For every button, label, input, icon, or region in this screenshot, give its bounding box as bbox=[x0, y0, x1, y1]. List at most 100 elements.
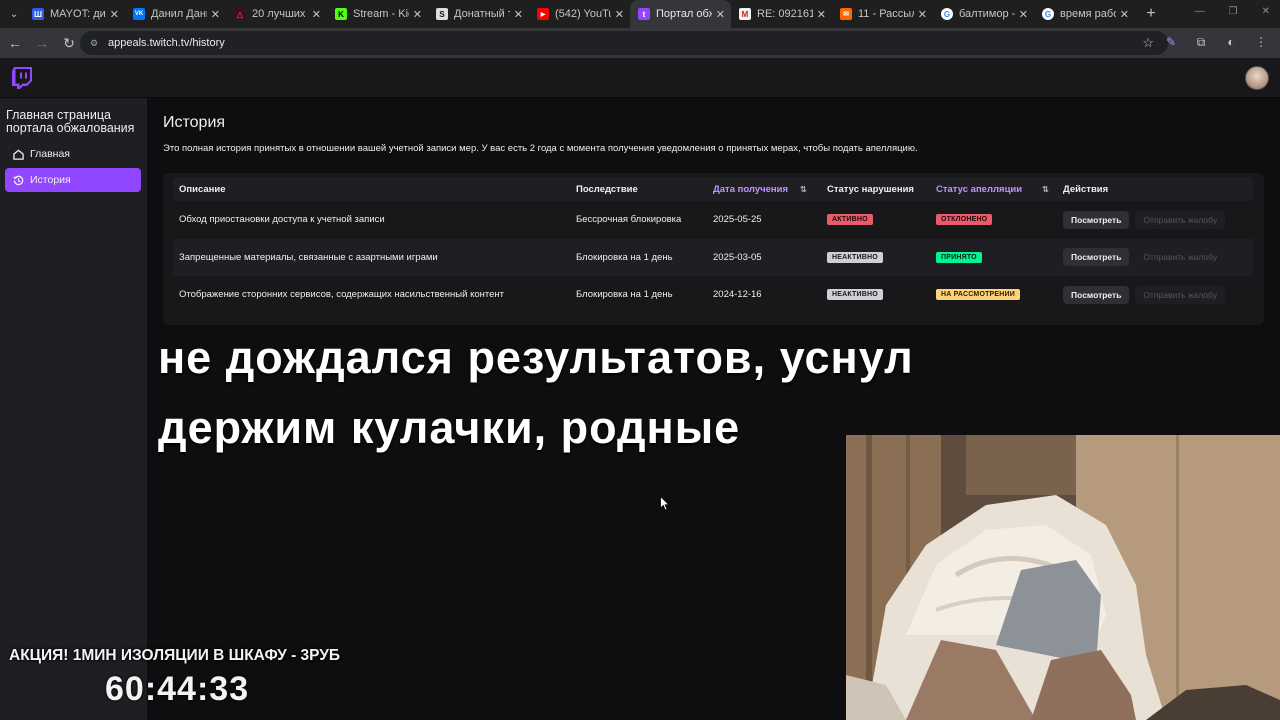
new-tab-icon[interactable]: + bbox=[1139, 2, 1163, 26]
extensions-icon[interactable]: ⧉ bbox=[1190, 31, 1212, 53]
restore-icon[interactable]: ❐ bbox=[1229, 6, 1238, 17]
browser-tab[interactable]: K Stream - Kick Dash ✕ bbox=[327, 0, 428, 28]
tab-close-icon[interactable]: ✕ bbox=[413, 8, 422, 21]
sort-icon[interactable]: ⇅ bbox=[1042, 185, 1049, 194]
browser-tab[interactable]: ✉ 11 - Рассылки ✕ bbox=[832, 0, 933, 28]
bookmark-star-icon[interactable]: ☆ bbox=[1142, 35, 1154, 51]
address-bar[interactable]: ⚙ appeals.twitch.tv/history ☆ bbox=[80, 31, 1168, 55]
window-controls: — ❐ ✕ bbox=[1195, 6, 1270, 17]
browser-tab[interactable]: M RE: 092161155 ✕ bbox=[731, 0, 832, 28]
tab-label: Донатный тайм bbox=[454, 8, 510, 20]
row-description: Отображение сторонних сервисов, содержащ… bbox=[179, 289, 504, 301]
column-header-sortable[interactable]: Статус апелляции ⇅ bbox=[936, 177, 1049, 201]
view-button[interactable]: Посмотреть bbox=[1063, 248, 1130, 267]
browser-tab[interactable]: G балтимор - Поиск ✕ bbox=[933, 0, 1034, 28]
appeal-status-badge: ОТКЛОНЕНО bbox=[936, 214, 993, 226]
sidebar-item-history[interactable]: История bbox=[5, 168, 141, 192]
tab-label: RE: 092161155 bbox=[757, 8, 813, 20]
tab-close-icon[interactable]: ✕ bbox=[615, 8, 624, 21]
tab-favicon: VK bbox=[133, 8, 145, 20]
tab-label: Портал обжалования bbox=[656, 8, 712, 20]
mouse-cursor-icon bbox=[660, 495, 670, 516]
menu-icon[interactable]: ⋮ bbox=[1250, 31, 1272, 53]
tab-favicon: Ш bbox=[32, 8, 44, 20]
row-date: 2024-12-16 bbox=[713, 289, 762, 301]
user-avatar[interactable] bbox=[1245, 66, 1269, 90]
sidebar-title: Главная страница портала обжалования bbox=[6, 108, 135, 135]
sort-icon[interactable]: ⇅ bbox=[800, 185, 807, 194]
home-icon bbox=[12, 148, 24, 160]
minimize-icon[interactable]: — bbox=[1195, 6, 1205, 17]
violation-status-badge: АКТИВНО bbox=[827, 214, 873, 226]
row-date: 2025-03-05 bbox=[713, 251, 762, 263]
twitch-logo-icon[interactable] bbox=[12, 67, 32, 89]
column-header: Действия bbox=[1063, 183, 1109, 195]
table-header: Описание Последствие Дата получения ⇅ Ста… bbox=[173, 177, 1253, 201]
table-row: Запрещенные материалы, связанные с азарт… bbox=[173, 238, 1253, 276]
reload-icon[interactable]: ↻ bbox=[57, 31, 81, 55]
profile-icon[interactable]: ◐ bbox=[1220, 31, 1242, 53]
stream-caption-line-2: держим кулачки, родные bbox=[158, 402, 741, 453]
browser-tab[interactable]: VK Данил Данилов ✕ bbox=[125, 0, 226, 28]
browser-tab-active[interactable]: t Портал обжалования ✕ bbox=[630, 0, 731, 28]
site-info-icon[interactable]: ⚙ bbox=[88, 37, 100, 49]
tab-close-icon[interactable]: ✕ bbox=[312, 8, 321, 21]
tab-close-icon[interactable]: ✕ bbox=[716, 8, 725, 21]
tab-favicon: G bbox=[1042, 8, 1054, 20]
column-header-sortable[interactable]: Дата получения ⇅ bbox=[713, 177, 807, 201]
tab-favicon: ▶ bbox=[537, 8, 549, 20]
tab-close-icon[interactable]: ✕ bbox=[110, 8, 119, 21]
violation-status-badge: НЕАКТИВНО bbox=[827, 289, 883, 301]
table-row: Отображение сторонних сервисов, содержащ… bbox=[173, 276, 1253, 314]
tab-label: MAYOT: дискорд bbox=[50, 8, 106, 20]
tab-label: балтимор - Поиск bbox=[959, 8, 1015, 20]
tab-label: 20 лучших про bbox=[252, 8, 308, 20]
tab-close-icon[interactable]: ✕ bbox=[918, 8, 927, 21]
column-header-label: Статус апелляции bbox=[936, 183, 1023, 195]
submit-complaint-button[interactable]: Отправить жалобу bbox=[1135, 248, 1226, 267]
column-header: Последствие bbox=[576, 183, 638, 195]
tab-search-icon[interactable]: ⌄ bbox=[4, 4, 24, 24]
browser-tab[interactable]: ▶ (542) YouTube ✕ bbox=[529, 0, 630, 28]
tab-label: время работы bbox=[1060, 8, 1116, 20]
tab-favicon: S bbox=[436, 8, 448, 20]
tab-label: 11 - Рассылки bbox=[858, 8, 914, 20]
tab-close-icon[interactable]: ✕ bbox=[211, 8, 220, 21]
browser-tab[interactable]: Ш MAYOT: дискорд ✕ bbox=[24, 0, 125, 28]
tab-close-icon[interactable]: ✕ bbox=[514, 8, 523, 21]
row-date: 2025-05-25 bbox=[713, 214, 762, 226]
tab-favicon: △ bbox=[234, 8, 246, 20]
sidebar-item-label: Главная bbox=[30, 148, 70, 160]
tab-favicon: ✉ bbox=[840, 8, 852, 20]
submit-complaint-button[interactable]: Отправить жалобу bbox=[1135, 285, 1226, 304]
countdown-timer: 60:44:33 bbox=[105, 670, 250, 708]
browser-tab[interactable]: G время работы ✕ bbox=[1034, 0, 1135, 28]
stream-caption-line-1: не дождался результатов, уснул bbox=[158, 332, 914, 383]
view-button[interactable]: Посмотреть bbox=[1063, 210, 1130, 229]
close-window-icon[interactable]: ✕ bbox=[1262, 6, 1270, 17]
submit-complaint-button[interactable]: Отправить жалобу bbox=[1135, 210, 1226, 229]
browser-tab-bar: ⌄ Ш MAYOT: дискорд ✕ VK Данил Данилов ✕ … bbox=[0, 0, 1280, 28]
tab-label: Данил Данилов bbox=[151, 8, 207, 20]
back-icon[interactable]: ← bbox=[3, 31, 27, 55]
column-header: Статус нарушения bbox=[827, 183, 914, 195]
appeal-status-badge: НА РАССМОТРЕНИИ bbox=[936, 289, 1021, 301]
tab-close-icon[interactable]: ✕ bbox=[817, 8, 826, 21]
promo-banner: АКЦИЯ! 1МИН ИЗОЛЯЦИИ В ШКАФУ - 3РУБ bbox=[9, 647, 341, 664]
column-header-label: Дата получения bbox=[713, 183, 789, 195]
sidebar-item-home[interactable]: Главная bbox=[5, 142, 141, 166]
forward-icon[interactable]: → bbox=[30, 31, 54, 55]
history-table-container: Описание Последствие Дата получения ⇅ Ста… bbox=[163, 173, 1264, 325]
extension-pen-icon[interactable]: ✎ bbox=[1160, 31, 1182, 53]
row-description: Обход приостановки доступа к учетной зап… bbox=[179, 214, 385, 226]
tab-close-icon[interactable]: ✕ bbox=[1019, 8, 1028, 21]
row-description: Запрещенные материалы, связанные с азарт… bbox=[179, 251, 438, 263]
tab-close-icon[interactable]: ✕ bbox=[1120, 8, 1129, 21]
view-button[interactable]: Посмотреть bbox=[1063, 285, 1130, 304]
browser-tab[interactable]: S Донатный тайм ✕ bbox=[428, 0, 529, 28]
violation-status-badge: НЕАКТИВНО bbox=[827, 251, 883, 263]
row-consequence: Бессрочная блокировка bbox=[576, 214, 682, 226]
browser-tab[interactable]: △ 20 лучших про ✕ bbox=[226, 0, 327, 28]
site-header bbox=[0, 58, 1280, 98]
tab-label: (542) YouTube bbox=[555, 8, 611, 20]
